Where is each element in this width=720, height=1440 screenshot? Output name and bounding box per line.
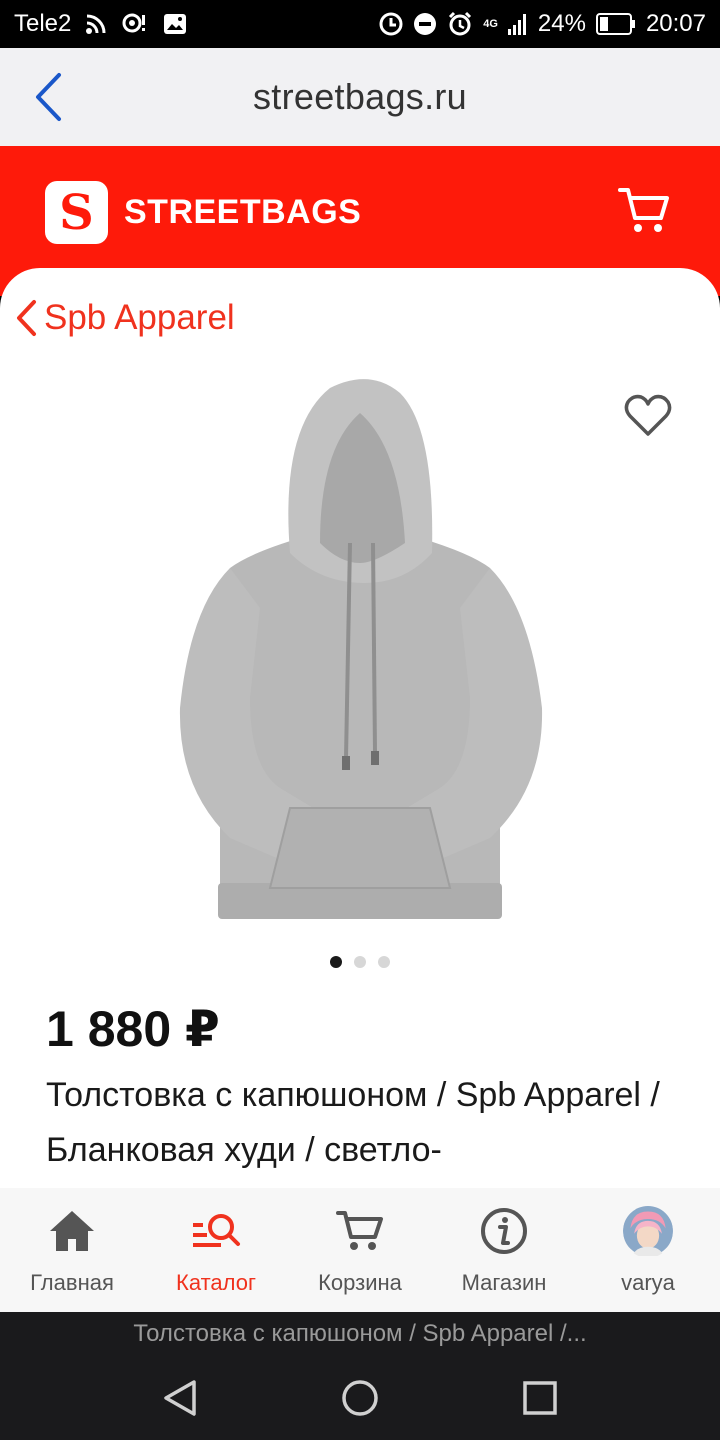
url-label[interactable]: streetbags.ru	[253, 76, 467, 118]
nav-profile[interactable]: varya	[576, 1188, 720, 1312]
page-title-caption: Толстовка с капюшоном / Spb Apparel /...	[0, 1312, 720, 1356]
status-bar: Tele2 4G 24% 20:07	[0, 0, 720, 48]
battery-icon	[595, 13, 635, 35]
sync-icon	[379, 12, 403, 36]
nav-store[interactable]: Магазин	[432, 1188, 576, 1312]
cart-icon	[336, 1211, 383, 1250]
favorite-button[interactable]	[624, 394, 672, 438]
breadcrumb[interactable]: Spb Apparel	[14, 298, 235, 338]
do-not-disturb-icon	[414, 13, 437, 35]
nav-catalog[interactable]: Каталог	[144, 1188, 288, 1312]
site-logo[interactable]: S STREETBAGS	[45, 181, 361, 244]
catalog-search-icon	[193, 1214, 240, 1247]
product-title: Толстовка с капюшоном / Spb Apparel / Бл…	[46, 1076, 660, 1169]
home-circle-icon[interactable]	[338, 1376, 382, 1420]
pagination-dot[interactable]	[330, 956, 342, 968]
nav-label: Главная	[30, 1270, 114, 1295]
pagination-dot[interactable]	[378, 956, 390, 968]
header-cart-button[interactable]	[618, 186, 670, 236]
network-type-label: 4G	[483, 17, 498, 30]
browser-back-button[interactable]	[26, 72, 70, 122]
nav-cart[interactable]: Корзина	[288, 1188, 432, 1312]
heart-icon	[624, 394, 672, 436]
recent-apps-icon[interactable]	[518, 1376, 562, 1420]
chevron-left-icon	[36, 73, 61, 121]
back-triangle-icon[interactable]	[158, 1376, 202, 1420]
info-icon	[481, 1208, 527, 1254]
pagination-dot[interactable]	[354, 956, 366, 968]
signal-icon	[507, 14, 526, 35]
wifi-hotspot-icon	[86, 14, 106, 34]
product-image[interactable]	[170, 368, 550, 928]
nav-label: Каталог	[176, 1270, 256, 1295]
product-price: 1 880 ₽	[46, 1001, 220, 1057]
logo-badge: S	[45, 181, 108, 244]
chevron-left-icon	[17, 300, 36, 336]
avatar	[623, 1206, 673, 1256]
nav-label: Корзина	[318, 1270, 402, 1295]
home-icon	[50, 1211, 94, 1251]
system-navigation-bar	[0, 1356, 720, 1440]
nav-label: varya	[621, 1270, 675, 1295]
image-notification-icon	[164, 14, 187, 34]
product-card: Spb Apparel 1 880 ₽ Толстовка с капюшоно…	[0, 268, 720, 1188]
cart-icon	[618, 188, 669, 232]
nfc-icon	[122, 13, 146, 33]
alarm-icon	[449, 11, 472, 36]
nav-label: Магазин	[461, 1270, 547, 1295]
breadcrumb-label: Spb Apparel	[44, 298, 235, 337]
image-pagination	[0, 956, 720, 968]
brand-name: STREETBAGS	[124, 193, 362, 231]
browser-toolbar: streetbags.ru	[0, 48, 720, 146]
bottom-navigation: Главная Каталог Корзина Магазин varya	[0, 1188, 720, 1312]
nav-home[interactable]: Главная	[0, 1188, 144, 1312]
carrier-label: Tele2	[14, 10, 72, 37]
clock: 20:07	[645, 10, 706, 37]
battery-percent: 24%	[537, 10, 586, 37]
